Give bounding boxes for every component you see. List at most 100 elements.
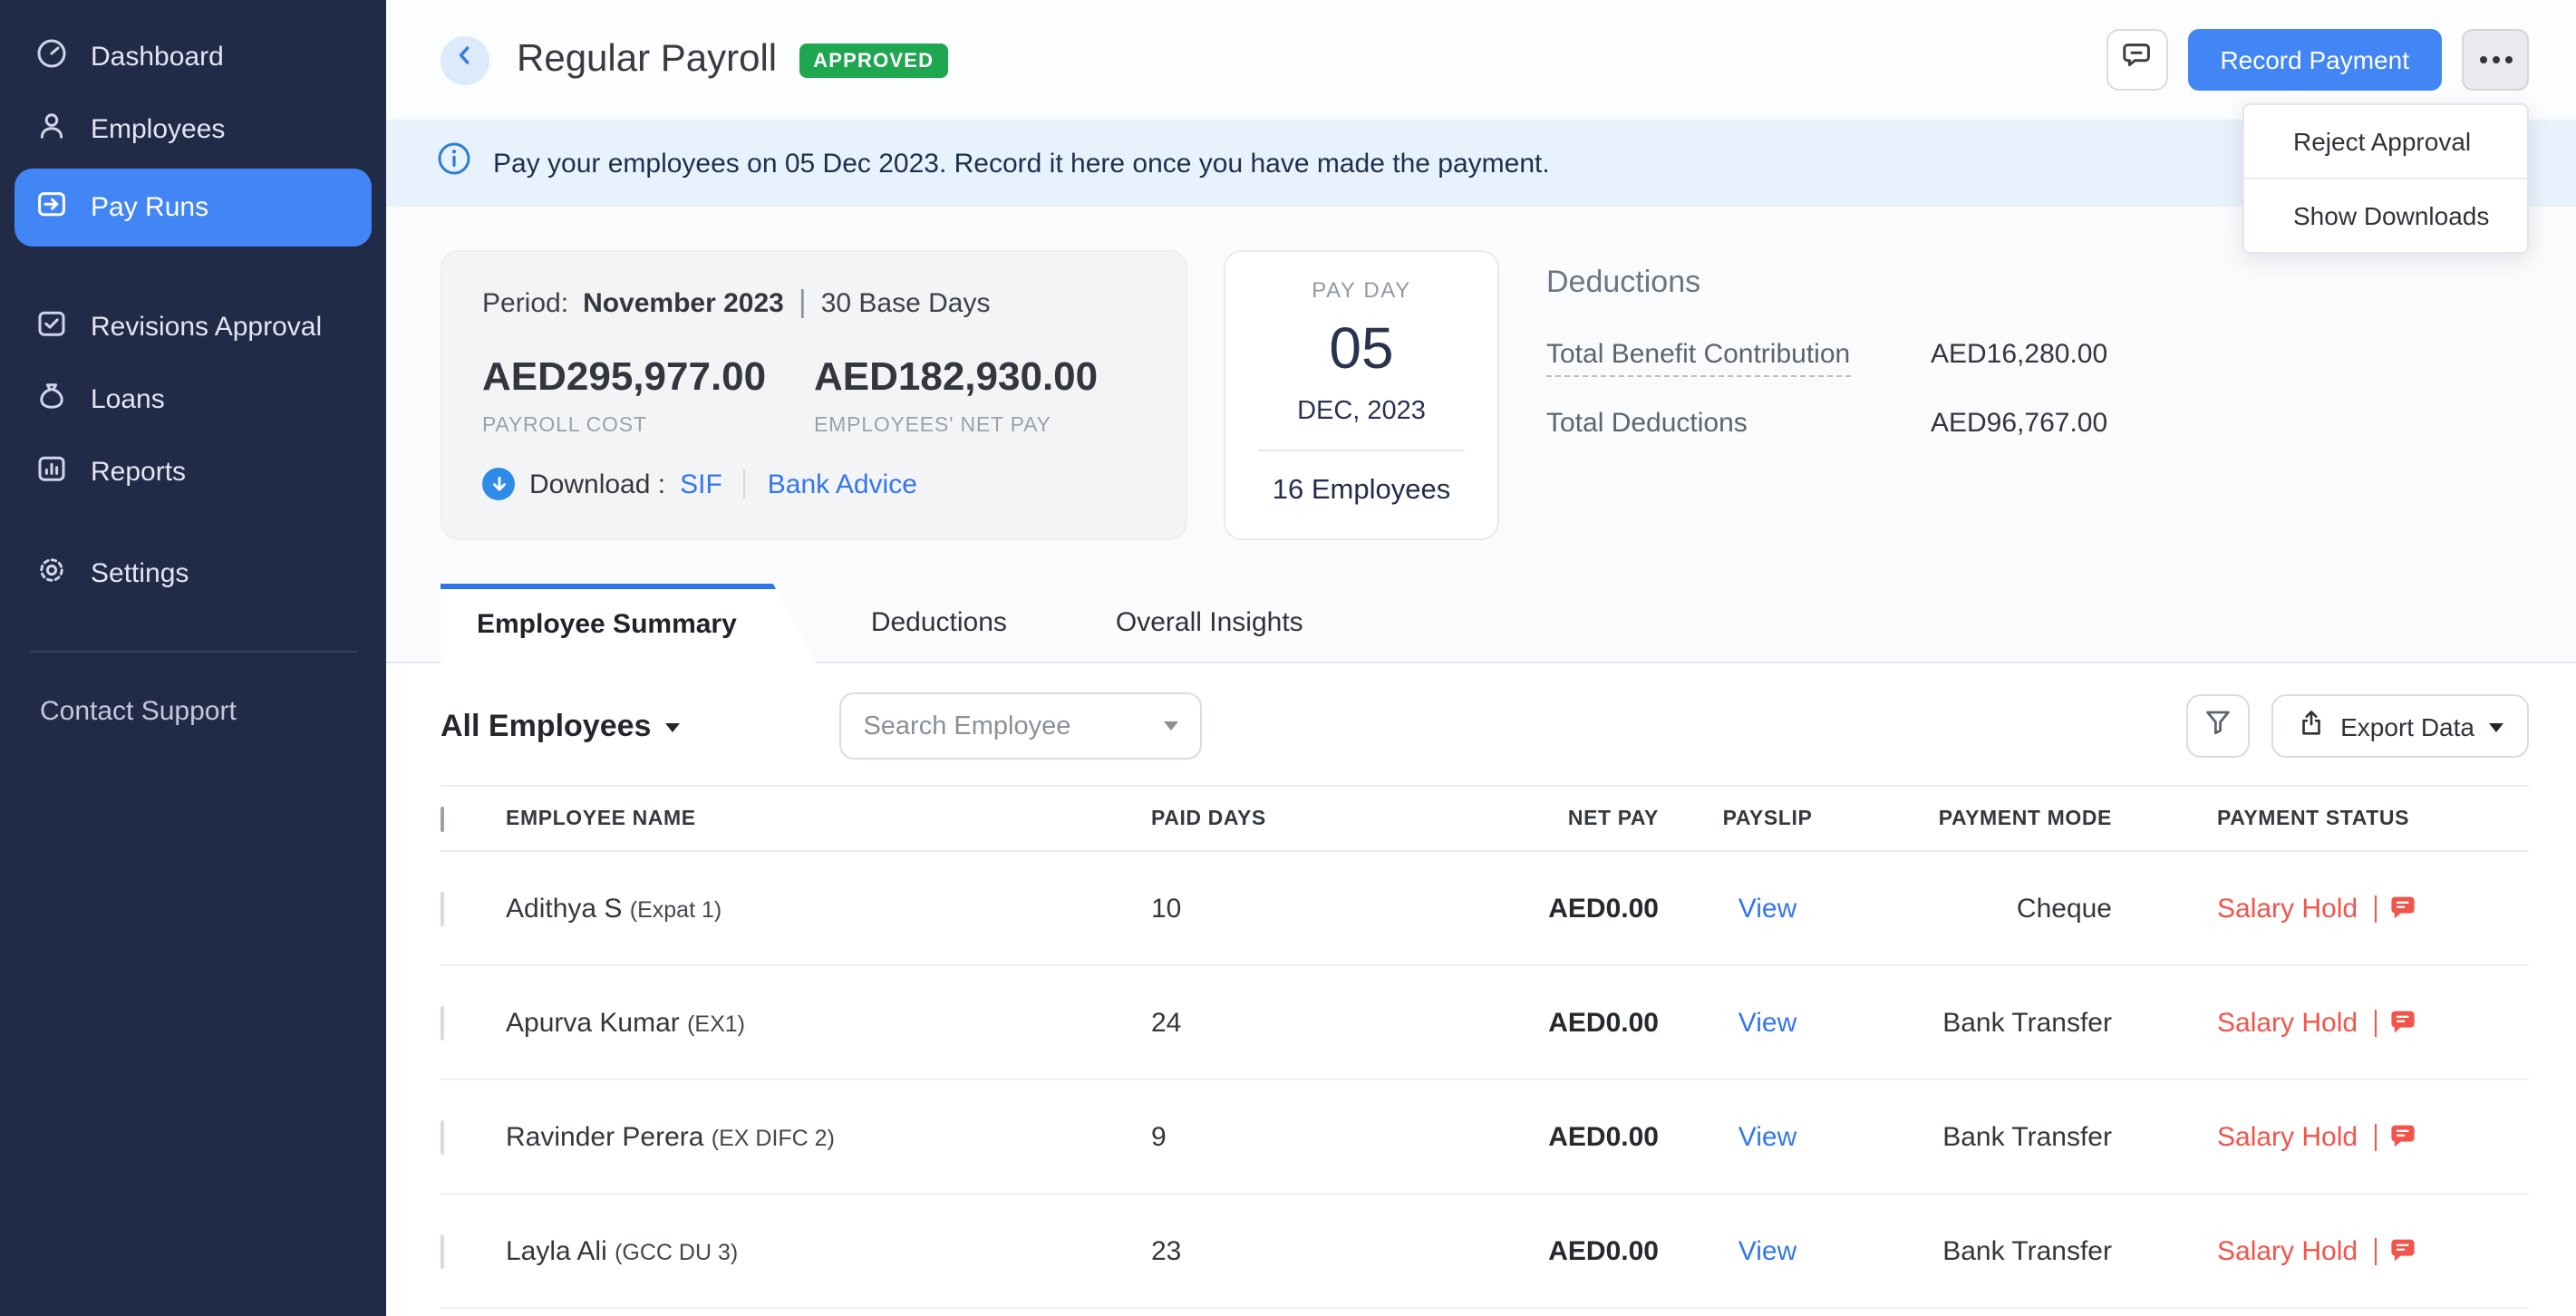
main-content: Regular Payroll APPROVED Record Payment … xyxy=(386,0,2576,1316)
col-payment-mode: PAYMENT MODE xyxy=(1876,808,2112,829)
period-value: November 2023 xyxy=(583,287,784,318)
view-payslip-link[interactable]: View xyxy=(1738,1007,1797,1038)
employee-name[interactable]: Adithya S xyxy=(506,893,622,924)
employee-table: EMPLOYEE NAME PAID DAYS NET PAY PAYSLIP … xyxy=(441,785,2529,1309)
comments-button[interactable] xyxy=(2106,29,2167,91)
net-pay: AED0.00 xyxy=(1459,1235,1659,1266)
select-all-checkbox[interactable] xyxy=(441,806,444,831)
employee-code: (EX DIFC 2) xyxy=(712,1125,835,1150)
net-pay-value: AED182,930.00 xyxy=(814,353,1146,401)
export-data-button[interactable]: Export Data xyxy=(2271,694,2529,758)
employee-filter-dropdown[interactable]: All Employees xyxy=(441,708,680,744)
salary-hold-comment-icon[interactable] xyxy=(2389,895,2416,921)
sidebar-item-label: Employees xyxy=(91,113,225,144)
col-paid-days: PAID DAYS xyxy=(1151,808,1459,829)
payment-status: Salary Hold xyxy=(2217,893,2529,924)
view-payslip-link[interactable]: View xyxy=(1738,893,1797,924)
more-options-button[interactable] xyxy=(2462,29,2529,91)
settings-icon xyxy=(36,554,67,592)
salary-hold-comment-icon[interactable] xyxy=(2389,1124,2416,1149)
revisions-approval-icon xyxy=(36,307,67,345)
payroll-cost-label: PAYROLL COST xyxy=(482,415,814,437)
sidebar-item-label: Settings xyxy=(91,557,189,588)
employees-icon xyxy=(36,110,67,148)
employee-name[interactable]: Layla Ali xyxy=(506,1235,607,1266)
period-label: Period: xyxy=(482,287,568,318)
employee-name[interactable]: Apurva Kumar xyxy=(506,1007,680,1038)
paid-days: 10 xyxy=(1151,893,1459,924)
deductions-title: Deductions xyxy=(1546,265,2107,301)
tab-employee-summary[interactable]: Employee Summary xyxy=(441,584,817,663)
row-checkbox[interactable] xyxy=(441,1234,444,1268)
export-icon xyxy=(2297,709,2326,743)
topbar-actions: Record Payment xyxy=(2106,29,2529,91)
chevron-down-icon[interactable] xyxy=(1164,721,1178,731)
status-badge: APPROVED xyxy=(799,43,948,77)
reports-icon xyxy=(36,452,67,490)
filter-button[interactable] xyxy=(2186,694,2250,758)
salary-hold-comment-icon[interactable] xyxy=(2389,1010,2416,1035)
table-toolbar: All Employees xyxy=(441,663,2529,785)
row-checkbox[interactable] xyxy=(441,1119,444,1154)
loans-icon xyxy=(36,380,67,418)
contact-support-link[interactable]: Contact Support xyxy=(0,653,386,770)
sidebar-item-label: Dashboard xyxy=(91,41,224,72)
tab-deductions[interactable]: Deductions xyxy=(817,584,1061,662)
col-net-pay: NET PAY xyxy=(1459,808,1659,829)
employee-name[interactable]: Ravinder Perera xyxy=(506,1121,703,1152)
deduction-value: AED16,280.00 xyxy=(1931,339,2107,370)
sidebar-item-settings[interactable]: Settings xyxy=(0,537,386,609)
tab-overall-insights[interactable]: Overall Insights xyxy=(1061,584,1358,662)
row-checkbox[interactable] xyxy=(441,1005,444,1040)
payment-status: Salary Hold xyxy=(2217,1007,2529,1038)
download-bank-advice-link[interactable]: Bank Advice xyxy=(768,469,917,499)
net-pay-label: EMPLOYEES' NET PAY xyxy=(814,415,1146,437)
sidebar-item-dashboard[interactable]: Dashboard xyxy=(0,20,386,92)
tab-bar: Employee Summary Deductions Overall Insi… xyxy=(386,584,2576,663)
deduction-label: Total Deductions xyxy=(1546,408,1931,439)
net-pay: AED0.00 xyxy=(1459,1121,1659,1152)
payment-mode: Cheque xyxy=(1876,893,2112,924)
menu-item-show-downloads[interactable]: Show Downloads xyxy=(2244,178,2527,252)
row-checkbox[interactable] xyxy=(441,891,444,925)
period-card: Period: November 2023 | 30 Base Days AED… xyxy=(441,250,1187,540)
pay-runs-icon xyxy=(36,189,67,227)
sidebar-item-employees[interactable]: Employees xyxy=(0,92,386,165)
view-payslip-link[interactable]: View xyxy=(1738,1121,1797,1152)
payment-status: Salary Hold xyxy=(2217,1235,2529,1266)
view-payslip-link[interactable]: View xyxy=(1738,1235,1797,1266)
salary-hold-comment-icon[interactable] xyxy=(2389,1238,2416,1263)
net-pay: AED0.00 xyxy=(1459,1007,1659,1038)
payment-mode: Bank Transfer xyxy=(1876,1235,2112,1266)
table-header-row: EMPLOYEE NAME PAID DAYS NET PAY PAYSLIP … xyxy=(441,785,2529,852)
base-days: 30 Base Days xyxy=(821,287,991,318)
deduction-label: Total Benefit Contribution xyxy=(1546,339,1931,370)
sidebar-item-pay-runs[interactable]: Pay Runs xyxy=(15,169,372,247)
info-icon xyxy=(437,141,471,185)
col-payslip: PAYSLIP xyxy=(1659,808,1876,829)
download-icon xyxy=(482,468,515,500)
app-window: Dashboard Employees Pay Runs Revisions A… xyxy=(0,0,2576,1316)
back-button[interactable] xyxy=(441,35,489,84)
record-payment-button[interactable]: Record Payment xyxy=(2187,29,2442,91)
chevron-down-icon xyxy=(2489,723,2503,732)
payroll-cost-value: AED295,977.00 xyxy=(482,353,814,401)
sidebar-item-reports[interactable]: Reports xyxy=(0,435,386,508)
download-sif-link[interactable]: SIF xyxy=(680,469,722,499)
paid-days: 23 xyxy=(1151,1235,1459,1266)
funnel-icon xyxy=(2203,706,2233,746)
sidebar-item-loans[interactable]: Loans xyxy=(0,363,386,435)
topbar: Regular Payroll APPROVED Record Payment xyxy=(386,0,2576,120)
payday-employee-count: 16 Employees xyxy=(1247,475,1476,508)
menu-item-reject-approval[interactable]: Reject Approval xyxy=(2244,105,2527,178)
search-employee-input[interactable] xyxy=(863,711,1164,740)
sidebar-item-revisions-approval[interactable]: Revisions Approval xyxy=(0,290,386,363)
employee-code: (Expat 1) xyxy=(630,896,721,922)
employee-search xyxy=(839,692,1202,760)
payment-mode: Bank Transfer xyxy=(1876,1007,2112,1038)
chevron-left-icon xyxy=(451,42,479,78)
deduction-value: AED96,767.00 xyxy=(1931,408,2107,439)
banner-text: Pay your employees on 05 Dec 2023. Recor… xyxy=(493,148,1550,179)
col-payment-status: PAYMENT STATUS xyxy=(2112,808,2529,829)
page-title: Regular Payroll xyxy=(517,38,777,82)
